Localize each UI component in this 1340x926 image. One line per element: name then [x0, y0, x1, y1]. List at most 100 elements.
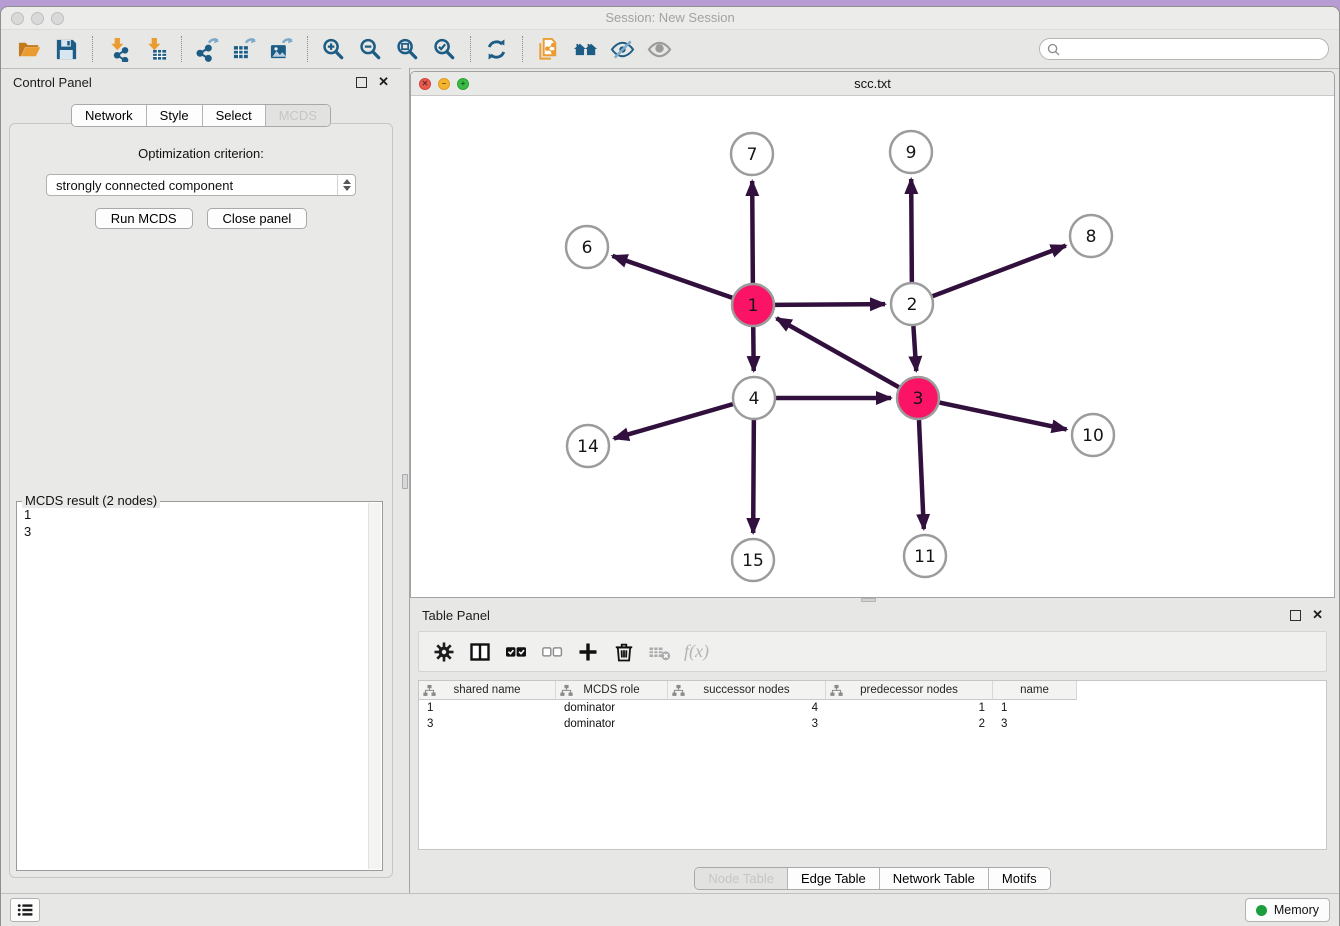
zoom-selected-button[interactable]: [426, 35, 463, 63]
tab-edge-table[interactable]: Edge Table: [787, 868, 879, 889]
delete-table-button[interactable]: [644, 636, 675, 667]
tab-style[interactable]: Style: [146, 105, 202, 126]
graph-node-8[interactable]: 8: [1070, 215, 1112, 257]
add-column-button[interactable]: [572, 636, 603, 667]
graph-node-4[interactable]: 4: [733, 377, 775, 419]
graph-node-1[interactable]: 1: [732, 284, 774, 326]
export-table-button[interactable]: [226, 35, 263, 63]
select-all-button[interactable]: [500, 636, 531, 667]
settings-gear-button[interactable]: [428, 636, 459, 667]
table-panel-close-button[interactable]: ✕: [1312, 609, 1323, 621]
search-input[interactable]: [1060, 41, 1321, 57]
mcds-result-scrollbar[interactable]: [368, 503, 381, 869]
tab-select[interactable]: Select: [202, 105, 265, 126]
toggle-panes-icon: [468, 640, 492, 664]
column-header-predecessor-nodes[interactable]: predecessor nodes: [826, 681, 993, 700]
graph-node-2[interactable]: 2: [891, 283, 933, 325]
zoom-in-button[interactable]: [315, 35, 352, 63]
apply-layout-button[interactable]: [478, 35, 515, 63]
graph-node-15[interactable]: 15: [732, 539, 774, 581]
graph-edge-2-8[interactable]: [933, 246, 1066, 297]
network-zoom-button[interactable]: +: [457, 78, 469, 90]
graph-edge-2-3[interactable]: [913, 326, 916, 371]
table-cell[interactable]: 3: [419, 716, 556, 732]
column-header-successor-nodes[interactable]: successor nodes: [668, 681, 826, 700]
mcds-result-text[interactable]: 13: [17, 502, 382, 544]
import-table-button[interactable]: [137, 35, 174, 63]
graph-node-6[interactable]: 6: [566, 226, 608, 268]
tab-network[interactable]: Network: [72, 105, 146, 126]
tab-mcds[interactable]: MCDS: [265, 105, 330, 126]
tab-network-table[interactable]: Network Table: [879, 868, 988, 889]
export-image-button[interactable]: [263, 35, 300, 63]
vertical-splitter[interactable]: [401, 68, 410, 893]
search-box[interactable]: [1039, 38, 1329, 60]
show-all-button[interactable]: [641, 35, 678, 63]
table-cell[interactable]: 3: [993, 716, 1077, 732]
graph-node-9[interactable]: 9: [890, 131, 932, 173]
zoom-out-button[interactable]: [352, 35, 389, 63]
table-cell[interactable]: 3: [668, 716, 826, 732]
import-network-button[interactable]: [100, 35, 137, 63]
delete-column-button[interactable]: [608, 636, 639, 667]
table-cell[interactable]: 1: [826, 700, 993, 716]
horizontal-splitter[interactable]: [410, 598, 1335, 602]
graph-edge-4-14[interactable]: [614, 404, 733, 438]
export-network-button[interactable]: [189, 35, 226, 63]
memory-button[interactable]: Memory: [1245, 898, 1330, 922]
clone-network-icon: [536, 37, 561, 62]
graph-edge-3-1[interactable]: [777, 318, 899, 387]
table-panel-float-button[interactable]: [1290, 610, 1301, 621]
table-cell[interactable]: 2: [826, 716, 993, 732]
graph-node-11[interactable]: 11: [904, 535, 946, 577]
toggle-panes-button[interactable]: [464, 636, 495, 667]
control-panel-close-button[interactable]: ✕: [378, 76, 389, 88]
optimization-criterion-dropdown[interactable]: strongly connected component: [46, 174, 356, 196]
table-cell[interactable]: dominator: [556, 716, 668, 732]
graph-edge-1-2[interactable]: [775, 304, 885, 305]
graph-node-10[interactable]: 10: [1072, 414, 1114, 456]
network-minimize-button[interactable]: −: [438, 78, 450, 90]
open-session-button[interactable]: [11, 35, 48, 63]
hide-selected-button[interactable]: [604, 35, 641, 63]
column-header-shared-name[interactable]: shared name: [419, 681, 556, 700]
graph-node-14[interactable]: 14: [567, 425, 609, 467]
graph-node-3[interactable]: 3: [897, 377, 939, 419]
graph-node-label: 11: [914, 547, 936, 567]
column-header-MCDS-role[interactable]: MCDS role: [556, 681, 668, 700]
table-row[interactable]: 3dominator323: [419, 716, 1326, 732]
control-panel-float-button[interactable]: [356, 77, 367, 88]
toolbar-separator: [181, 36, 182, 62]
table-cell[interactable]: 1: [993, 700, 1077, 716]
graph-edge-1-6[interactable]: [612, 256, 732, 298]
deselect-all-button[interactable]: [536, 636, 567, 667]
horizontal-splitter-grip[interactable]: [861, 598, 876, 602]
close-panel-button[interactable]: Close panel: [207, 208, 308, 229]
graph-edge-4-15[interactable]: [753, 420, 754, 533]
function-builder-button[interactable]: f(x): [680, 641, 709, 662]
column-header-name[interactable]: name: [993, 681, 1077, 700]
delete-table-icon: [648, 640, 672, 664]
graph-edge-2-9[interactable]: [911, 179, 912, 282]
first-neighbors-button[interactable]: [567, 35, 604, 63]
table-cell[interactable]: 1: [419, 700, 556, 716]
graph-edge-1-7[interactable]: [752, 181, 753, 283]
tab-node-table[interactable]: Node Table: [695, 868, 787, 889]
table-row[interactable]: 1dominator411: [419, 700, 1326, 716]
graph-node-label: 7: [747, 145, 758, 165]
table-cell[interactable]: 4: [668, 700, 826, 716]
zoom-fit-button[interactable]: [389, 35, 426, 63]
graph-edge-3-10[interactable]: [940, 403, 1067, 430]
graph-node-7[interactable]: 7: [731, 133, 773, 175]
graph-edge-3-11[interactable]: [919, 420, 924, 529]
save-session-button[interactable]: [48, 35, 85, 63]
mcds-result-group: MCDS result (2 nodes) 13: [16, 501, 383, 871]
show-panels-button[interactable]: [10, 898, 40, 922]
tab-motifs[interactable]: Motifs: [988, 868, 1050, 889]
vertical-splitter-grip[interactable]: [402, 474, 408, 489]
table-cell[interactable]: dominator: [556, 700, 668, 716]
run-mcds-button[interactable]: Run MCDS: [95, 208, 193, 229]
network-close-button[interactable]: ✕: [419, 78, 431, 90]
network-canvas[interactable]: 7 9 6 8 1 2 4 3 14 10 15 11: [411, 96, 1334, 597]
clone-network-button[interactable]: [530, 35, 567, 63]
